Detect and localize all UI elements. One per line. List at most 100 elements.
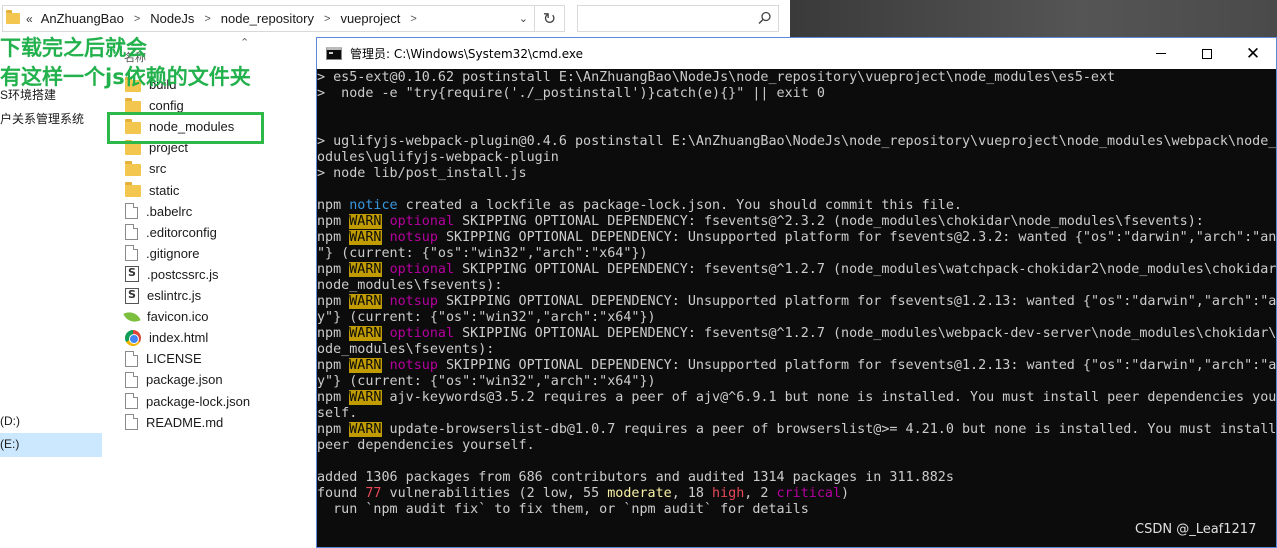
console-token-mag: optional (389, 214, 455, 229)
console-text: npm (317, 422, 350, 437)
console-line: npm WARN notsup SKIPPING OPTIONAL DEPEND… (317, 358, 1276, 374)
file-row[interactable]: favicon.ico (123, 306, 208, 327)
window-title: 管理员: C:\Windows\System32\cmd.exe (350, 47, 583, 61)
console-line: npm WARN notsup SKIPPING OPTIONAL DEPEND… (317, 294, 1276, 310)
console-line: self. (317, 406, 1276, 422)
console-line: peer dependencies yourself. (317, 438, 1276, 454)
console-text: npm (317, 390, 350, 405)
minimize-button[interactable] (1138, 38, 1184, 69)
chrome-icon (125, 329, 141, 346)
console-text: , 2 (744, 486, 777, 501)
console-token-mag: critical (776, 486, 842, 501)
console-text: npm (317, 214, 350, 229)
address-overflow-chevrons[interactable]: « (26, 12, 33, 26)
search-input[interactable] (577, 5, 779, 32)
console-text: added 1306 packages from 686 contributor… (317, 470, 954, 485)
console-output[interactable]: > es5-ext@0.10.62 postinstall E:\AnZhuan… (317, 69, 1276, 547)
console-line: run `npm audit fix` to fix them, or `npm… (317, 502, 1276, 518)
console-token-red: 77 (365, 486, 382, 501)
console-text: > node -e "try{require('./_postinstall')… (317, 86, 825, 101)
file-name: .postcssrc.js (147, 266, 219, 282)
console-token-warn: WARN (349, 294, 382, 309)
console-token-warn: WARN (349, 422, 382, 437)
file-name: eslintrc.js (147, 288, 202, 303)
console-line: npm WARN optional SKIPPING OPTIONAL DEPE… (317, 262, 1276, 278)
file-row[interactable]: .babelrc (125, 201, 192, 222)
console-token-warn: WARN (349, 262, 382, 277)
file-row[interactable]: .postcssrc.js (125, 264, 219, 285)
maximize-icon (1202, 48, 1212, 59)
console-text: "} (current: {"os":"win32","arch":"x64"}… (317, 246, 648, 261)
console-text: SKIPPING OPTIONAL DEPENDENCY: fsevents@^… (454, 262, 1276, 277)
console-line: > uglifyjs-webpack-plugin@0.4.6 postinst… (317, 134, 1276, 150)
refresh-button[interactable]: ↻ (535, 5, 565, 32)
file-row[interactable]: static (125, 180, 179, 201)
console-token-warn: WARN (349, 326, 382, 341)
console-text: npm (317, 294, 350, 309)
chevron-right-icon[interactable]: > (324, 13, 330, 25)
folder-icon (125, 182, 141, 197)
console-line: "} (current: {"os":"win32","arch":"x64"}… (317, 246, 1276, 262)
nav-item-crm-system[interactable]: 户关系管理系统 (0, 110, 84, 127)
file-name: config (149, 98, 184, 114)
console-line: npm WARN optional SKIPPING OPTIONAL DEPE… (317, 326, 1276, 342)
annotation-text: 下载完之后就会 有这样一个js依赖的文件夹 (0, 34, 251, 92)
file-row[interactable]: index.html (125, 327, 208, 348)
console-line: y"} (current: {"os":"win32","arch":"x64"… (317, 374, 1276, 390)
refresh-icon: ↻ (542, 10, 557, 28)
nav-item-drive-e[interactable]: (E:) (0, 437, 19, 451)
console-line: npm WARN notsup SKIPPING OPTIONAL DEPEND… (317, 230, 1276, 246)
console-token-warn: WARN (349, 390, 382, 405)
file-icon (125, 245, 138, 262)
console-line: node_modules\fsevents): (317, 278, 1276, 294)
console-line: added 1306 packages from 686 contributor… (317, 470, 1276, 486)
console-token-red: high (712, 486, 745, 501)
maximize-button[interactable] (1184, 38, 1230, 69)
cmd-titlebar[interactable]: 管理员: C:\Windows\System32\cmd.exe ✕ (317, 38, 1276, 69)
breadcrumb-item[interactable]: vueproject (340, 11, 400, 26)
file-row[interactable]: package-lock.json (125, 391, 250, 412)
chevron-down-icon[interactable]: ⌄ (519, 12, 528, 25)
file-name: README.md (146, 414, 224, 430)
console-token-warn: WARN (349, 358, 382, 373)
file-row[interactable]: .gitignore (125, 243, 199, 264)
file-row[interactable]: src (125, 158, 166, 179)
desktop-background (790, 0, 1277, 40)
console-text: > uglifyjs-webpack-plugin@0.4.6 postinst… (317, 134, 1276, 149)
console-text: odules\uglifyjs-webpack-plugin (317, 150, 559, 165)
highlight-box (107, 112, 264, 144)
file-row[interactable]: package.json (125, 369, 223, 390)
nav-item-drive-d[interactable]: (D:) (0, 414, 20, 428)
annotation-line: 下载完之后就会 (0, 36, 147, 60)
console-text: SKIPPING OPTIONAL DEPENDENCY: fsevents@^… (454, 214, 1204, 229)
file-icon (125, 203, 138, 220)
watermark: CSDN @_Leaf1217 (1135, 522, 1257, 537)
file-row[interactable]: README.md (125, 412, 223, 433)
close-button[interactable]: ✕ (1230, 38, 1276, 69)
terminal-icon (326, 47, 342, 60)
console-text: npm (317, 262, 350, 277)
console-text: , 18 (671, 486, 713, 501)
console-text: > es5-ext@0.10.62 postinstall E:\AnZhuan… (317, 70, 1116, 85)
chevron-right-icon[interactable]: > (410, 13, 416, 25)
console-text: npm (317, 358, 350, 373)
file-icon (125, 393, 138, 409)
console-text: run `npm audit fix` to fix them, or `npm… (317, 502, 809, 517)
file-name: .babelrc (146, 203, 193, 219)
console-token-mag: optional (389, 262, 455, 277)
console-token-mag: notsup (389, 230, 438, 245)
file-row[interactable]: eslintrc.js (125, 285, 201, 306)
breadcrumb-item[interactable]: AnZhuangBao (41, 11, 124, 26)
console-line: npm WARN optional SKIPPING OPTIONAL DEPE… (317, 214, 1276, 230)
file-row[interactable]: .editorconfig (125, 222, 217, 243)
file-name: package-lock.json (146, 393, 251, 409)
console-line: y"} (current: {"os":"win32","arch":"x64"… (317, 310, 1276, 326)
console-line: > node lib/post_install.js (317, 166, 1276, 182)
file-row[interactable]: LICENSE (125, 348, 202, 369)
console-token-mag: notsup (389, 294, 438, 309)
folder-icon (125, 160, 141, 176)
